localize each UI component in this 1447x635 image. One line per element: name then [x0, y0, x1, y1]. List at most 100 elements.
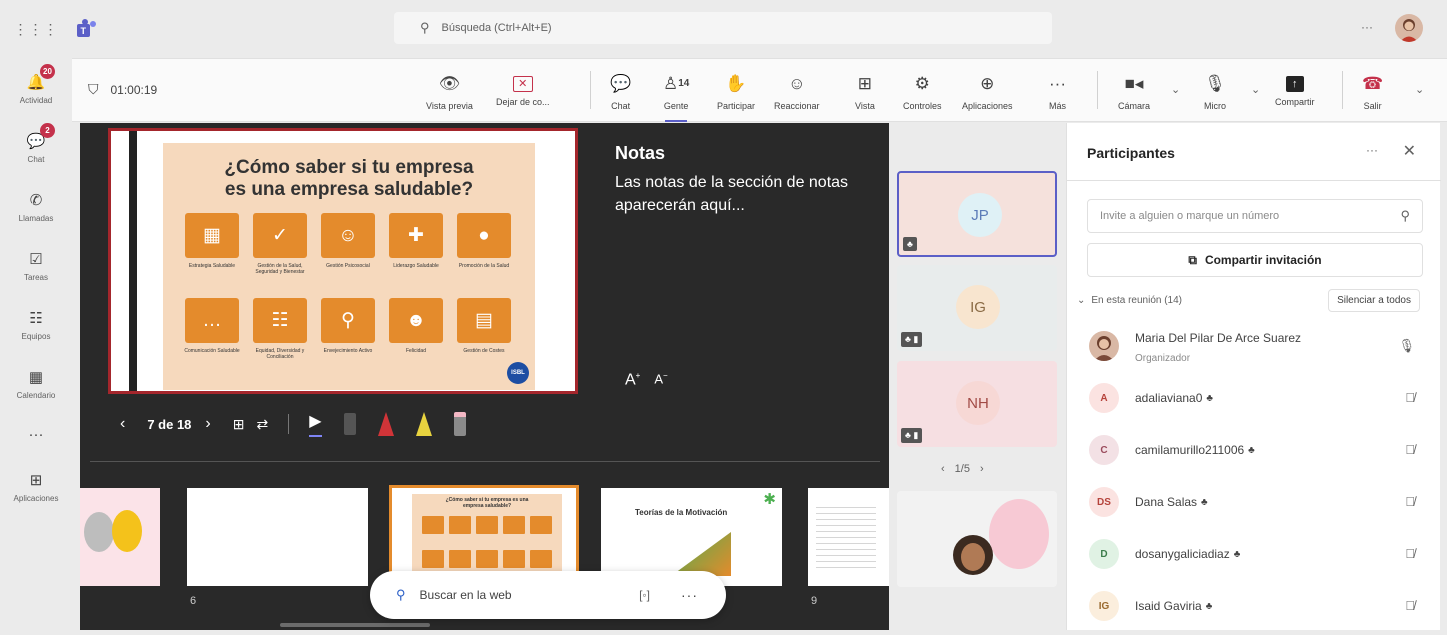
camera-button[interactable]: ■◂ Cámara	[1118, 65, 1150, 117]
participant-video-tile[interactable]: IG ♣ ▮	[897, 265, 1057, 351]
chevron-right-icon[interactable]: ›	[980, 463, 984, 475]
increase-font-icon[interactable]: A+	[625, 371, 640, 389]
rail-item-tasks[interactable]: ☑ Tareas	[0, 235, 72, 294]
pen-tool-icon[interactable]	[377, 412, 394, 436]
more-label: Más	[1049, 100, 1067, 111]
guest-icon: ♣	[1205, 600, 1213, 612]
invite-input[interactable]: Invite a alguien o marque un número ⚲	[1087, 199, 1423, 233]
grid-view-icon[interactable]: ⊞	[233, 416, 245, 433]
switch-icon[interactable]: ⇄	[256, 416, 268, 433]
chat-button[interactable]: 💬 Chat	[610, 65, 631, 117]
grid-icon: ⊞	[857, 73, 873, 93]
view-button[interactable]: ⊞ Vista	[855, 65, 875, 117]
thumbnail-slide[interactable]	[808, 488, 889, 586]
section-header[interactable]: ⌄ En esta reunión (14)	[1077, 295, 1182, 306]
tile-label: Gestión de Costes	[463, 348, 505, 354]
thumbnail-slide[interactable]	[80, 488, 160, 586]
participant-video-tile[interactable]: NH ♣ ▮	[897, 361, 1057, 447]
chevron-left-icon[interactable]: ‹	[941, 463, 945, 475]
stop-sharing-button[interactable]: ✕ Dejar de co...	[496, 65, 550, 117]
rail-item-phone[interactable]: ✆ Llamadas	[0, 176, 72, 235]
more-button[interactable]: ··· Más	[1049, 65, 1066, 117]
camera-chevron-down-icon[interactable]: ⌄	[1171, 83, 1180, 96]
thumbnail-scrollbar[interactable]	[280, 623, 430, 627]
participant-row[interactable]: Ccamilamurillo211006 ♣ 🎙̸	[1067, 425, 1441, 475]
notification-badge: 20	[40, 64, 55, 79]
participant-row[interactable]: Ddosanygaliciadiaz ♣ 🎙̸	[1067, 529, 1441, 579]
microphone-muted-icon[interactable]: 🎙̸	[1405, 494, 1415, 509]
rail-item-calendar[interactable]: ▦ Calendario	[0, 353, 72, 412]
highlighter-tool-icon[interactable]	[415, 412, 432, 436]
rail-item-bell[interactable]: 🔔 Actividad 20	[0, 58, 72, 117]
people-button[interactable]: ♙ 14 Gente	[663, 65, 689, 122]
people-icon: ☷	[253, 298, 307, 343]
share-button[interactable]: ↑ Compartir	[1275, 65, 1315, 117]
participant-name-row: dosanygaliciadiaz ♣	[1135, 547, 1240, 561]
rail-item-chat[interactable]: 💬 Chat 2	[0, 117, 72, 176]
microphone-icon[interactable]: 🎙	[1398, 338, 1415, 354]
apps-button[interactable]: ⊕ Aplicaciones	[962, 65, 1013, 117]
share-link-icon: ⧉	[1188, 252, 1197, 267]
web-search-bar[interactable]: ⚲ Buscar en la web [◦] ···	[370, 571, 726, 619]
tile-label: Gestión de la Salud, Seguridad y Bienest…	[255, 263, 305, 275]
teams-window: ⋮⋮⋮ 🔔 Actividad 20 💬 Chat 2 ✆ Llamadas ☑ Tareas ☷ E…	[0, 0, 1447, 635]
participant-row[interactable]: Maria Del Pilar De Arce Suarez Organizado…	[1067, 321, 1441, 371]
profile-avatar[interactable]	[1395, 14, 1423, 42]
mini-tile	[530, 550, 552, 568]
participant-video-tile[interactable]: JP ♣	[897, 171, 1057, 257]
camera-person-image	[943, 535, 1003, 587]
section-label: En esta reunión (14)	[1091, 295, 1183, 306]
participant-row[interactable]: IG Isaid Gaviria ♣ 🎙̸	[1067, 581, 1441, 631]
pointer-tool-icon[interactable]: ▶	[309, 411, 322, 437]
rail-item-teams[interactable]: ☷ Equipos	[0, 294, 72, 353]
rail-item-more[interactable]: ···	[0, 412, 72, 456]
participant-name: Maria Del Pilar De Arce Suarez	[1135, 331, 1302, 345]
more-options-icon[interactable]: ···	[1366, 143, 1378, 157]
participant-role: Organizador	[1135, 353, 1191, 364]
decrease-font-icon[interactable]: A−	[654, 371, 667, 389]
microphone-muted-icon[interactable]: 🎙̸	[1405, 546, 1415, 561]
participant-avatar: NH	[956, 381, 1000, 425]
speech-icon: …	[185, 298, 239, 343]
participant-row[interactable]: DS Dana Salas ♣ 🎙̸	[1067, 477, 1441, 527]
apple-icon: ●	[457, 213, 511, 258]
previous-slide-icon[interactable]: ‹	[120, 415, 125, 433]
search-bar[interactable]: ⚲ Búsqueda (Ctrl+Alt+E)	[394, 12, 1052, 44]
participant-row[interactable]: Aadaliaviana0 ♣ 🎙̸	[1067, 373, 1441, 423]
mic-button[interactable]: 🎙 Micro	[1204, 65, 1226, 117]
share-invite-button[interactable]: ⧉ Compartir invitación	[1087, 243, 1423, 277]
more-icon: ···	[28, 425, 44, 443]
next-slide-icon[interactable]: ›	[205, 415, 210, 433]
toolbar-divider	[1097, 71, 1098, 109]
settings-more-icon[interactable]: ···	[1361, 20, 1373, 34]
mic-chevron-down-icon[interactable]: ⌄	[1251, 83, 1260, 96]
participate-button[interactable]: ✋ Participar	[717, 65, 755, 117]
mini-tile	[530, 516, 552, 534]
staircase-graphic	[671, 532, 731, 576]
preview-button[interactable]: 👁 Vista previa	[426, 65, 473, 117]
more-options-icon[interactable]: ···	[681, 587, 698, 603]
close-icon[interactable]: ✕	[1403, 141, 1416, 161]
self-video-tile[interactable]	[897, 491, 1057, 587]
controls-button[interactable]: ⚙ Controles	[903, 65, 942, 117]
react-button[interactable]: ☺ Reaccionar	[774, 65, 820, 117]
microphone-muted-icon[interactable]: 🎙̸	[1405, 442, 1415, 457]
leave-button[interactable]: ☎ Salir	[1362, 65, 1383, 117]
microphone-muted-icon[interactable]: 🎙̸	[1405, 390, 1415, 405]
rail-item-plus[interactable]: ⊞ Aplicaciones	[0, 456, 72, 515]
microphone-muted-icon[interactable]: 🎙̸	[1405, 598, 1415, 613]
slide-accent-bar	[129, 131, 137, 391]
eraser-tool-icon[interactable]	[343, 413, 356, 435]
mini-tile	[449, 516, 471, 534]
tile-label: Comunicación Saludable	[184, 348, 240, 354]
laser-tool-icon[interactable]	[453, 412, 466, 436]
visual-search-icon[interactable]: [◦]	[639, 588, 650, 602]
slide-thumbnails: 6 ¿Cómo saber si tu empresa es una empre…	[80, 485, 889, 607]
mute-all-button[interactable]: Silenciar a todos	[1328, 289, 1420, 312]
mini-tile	[476, 550, 498, 568]
app-launcher-icon[interactable]: ⋮⋮⋮	[14, 21, 59, 38]
participant-avatar: IG	[956, 285, 1000, 329]
leave-chevron-down-icon[interactable]: ⌄	[1415, 83, 1424, 96]
slide-content: ¿Cómo saber si tu empresa es una empresa…	[163, 143, 535, 390]
thumbnail-slide[interactable]	[187, 488, 368, 586]
